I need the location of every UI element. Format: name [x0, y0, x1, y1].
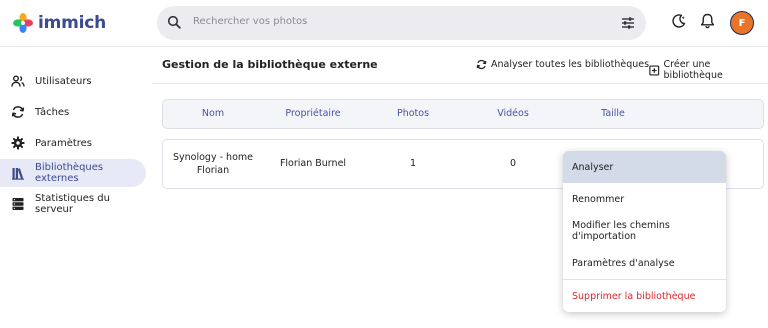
sidebar-item-settings[interactable]: Paramètres	[0, 129, 146, 157]
menu-item-delete-library[interactable]: Supprimer la bibliothèque	[563, 280, 726, 312]
page-title: Gestion de la bibliothèque externe	[162, 58, 378, 71]
menu-item-rename[interactable]: Renommer	[563, 183, 726, 215]
user-avatar[interactable]: F	[730, 11, 754, 35]
sidebar-item-label: Utilisateurs	[35, 75, 92, 87]
column-header-name: Nom	[201, 108, 225, 119]
library-name-line2: Florian	[196, 165, 230, 176]
theme-toggle-icon[interactable]	[671, 13, 687, 29]
filter-sliders-icon[interactable]	[621, 16, 635, 30]
app-name: immich	[38, 13, 107, 33]
column-header-size: Taille	[601, 108, 625, 119]
server-icon	[12, 198, 24, 210]
library-photo-count: 1	[409, 158, 417, 169]
create-library-button[interactable]: Créer une bibliothèque	[649, 59, 768, 81]
users-icon	[11, 75, 25, 87]
search-icon[interactable]	[167, 15, 181, 29]
create-library-label: Créer une bibliothèque	[663, 59, 723, 81]
bell-icon[interactable]	[700, 13, 715, 29]
sync-icon	[11, 106, 25, 118]
column-header-videos: Vidéos	[497, 108, 529, 119]
sidebar-item-users[interactable]: Utilisateurs	[0, 67, 146, 95]
sidebar-item-label: Statistiques du serveur	[35, 193, 110, 215]
library-name-line1: Synology - home	[173, 152, 253, 163]
sync-icon	[476, 59, 487, 70]
sidebar-item-label: Paramètres	[35, 137, 93, 149]
library-icon	[12, 168, 24, 180]
column-header-owner: Propriétaire	[285, 108, 341, 119]
library-video-count: 0	[509, 158, 517, 169]
column-header-photos: Photos	[396, 108, 430, 119]
immich-logo-icon	[13, 13, 33, 33]
top-bar: immich Rechercher vos photos F	[0, 0, 768, 47]
app-logo[interactable]: immich	[12, 10, 106, 36]
admin-sidebar: Utilisateurs Tâches Paramètres Bibliothè…	[0, 47, 152, 328]
library-context-menu: Analyser Renommer Modifier les chemins d…	[563, 151, 726, 312]
sidebar-item-label: Bibliothèques externes	[35, 162, 104, 184]
search-input[interactable]: Rechercher vos photos	[193, 16, 307, 27]
menu-item-scan[interactable]: Analyser	[563, 151, 726, 183]
sidebar-item-server-stats[interactable]: Statistiques du serveur	[0, 190, 146, 218]
menu-item-edit-import-paths[interactable]: Modifier les chemins d'importation	[563, 215, 726, 247]
sidebar-item-label: Tâches	[35, 106, 70, 118]
sidebar-item-jobs[interactable]: Tâches	[0, 98, 146, 126]
menu-item-scan-settings[interactable]: Paramètres d'analyse	[563, 247, 726, 279]
search-bar[interactable]: Rechercher vos photos	[157, 6, 646, 40]
library-owner: Florian Burnel	[279, 158, 347, 169]
scan-all-libraries-button[interactable]: Analyser toutes les bibliothèques	[476, 59, 649, 70]
sidebar-item-external-libraries[interactable]: Bibliothèques externes	[0, 159, 146, 187]
plus-box-icon	[649, 65, 660, 75]
header-divider	[152, 83, 768, 84]
libraries-table-header: Nom Propriétaire Photos Vidéos Taille	[162, 99, 764, 129]
gear-icon	[11, 136, 25, 150]
scan-all-label: Analyser toutes les bibliothèques	[491, 59, 650, 70]
